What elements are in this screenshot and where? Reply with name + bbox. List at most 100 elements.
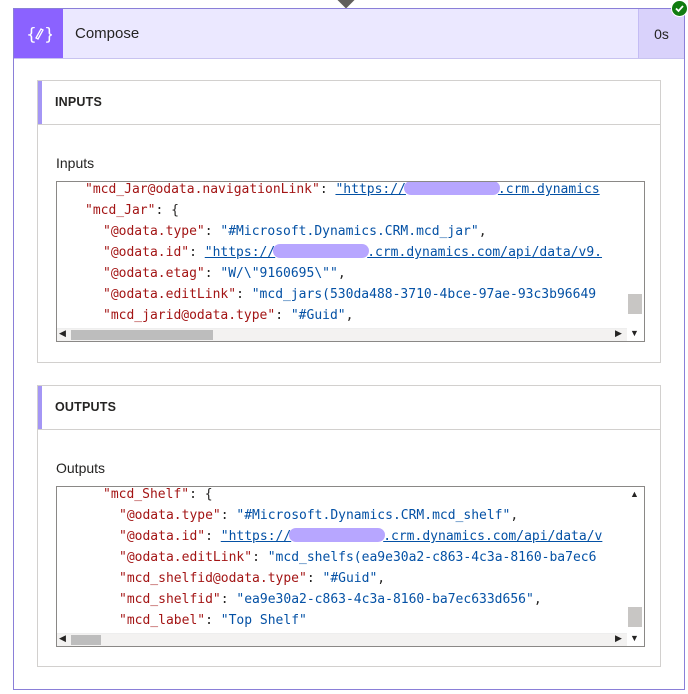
url-link[interactable]: "https:// .crm.dynamics [335,182,600,197]
code-line: "@odata.id": "https:// .crm.dynamics.com/… [103,242,602,263]
scroll-down-arrow-icon[interactable]: ▼ [630,328,639,338]
json-key: "@odata.type" [119,508,221,523]
code-line: "mcd_shelfid@odata.type": "#Guid", [119,568,385,589]
code-line: "@odata.editLink": "mcd_jars(530da488-37… [103,284,596,305]
json-key: "mcd_shelfid" [119,592,221,607]
code-line: "mcd_Jar": { [85,200,179,221]
outputs-horizontal-scrollbar[interactable]: ◀ ▶ [57,633,627,646]
code-line: "@odata.type": "#Microsoft.Dynamics.CRM.… [119,505,518,526]
json-comma: , [345,308,354,323]
code-line: "mcd_Jar@odata.navigationLink": "https:/… [85,182,600,200]
inputs-h-scroll-thumb[interactable] [71,330,213,340]
inputs-vertical-scrollbar[interactable]: ▼ [626,182,644,341]
url-suffix: .crm.dynamics.com/api/data/v [383,529,603,544]
json-key: "@odata.editLink" [103,287,237,302]
json-separator: : [189,487,205,502]
url-prefix: "https:// [220,529,292,544]
action-header[interactable]: { } Compose 0s [14,9,684,59]
outputs-scroll-thumb[interactable] [628,607,642,627]
code-line: "mcd_label": "Top Shelf" [119,610,307,631]
json-string-value: "Top Shelf" [220,613,307,628]
scroll-right-arrow-icon[interactable]: ▶ [615,633,622,644]
check-circle-icon [671,0,688,17]
json-key: "mcd_Jar@odata.navigationLink" [85,182,320,197]
scroll-down-arrow-icon[interactable]: ▼ [630,633,639,643]
json-key: "@odata.id" [119,529,206,544]
json-comma: , [533,592,542,607]
code-line: "@odata.editLink": "mcd_shelfs(ea9e30a2-… [119,547,596,568]
compose-action-card: { } Compose 0s INPUTS Inputs "mcd_jarid"… [13,8,685,690]
inputs-section-title: INPUTS [55,95,103,109]
json-separator: : [319,182,336,197]
inputs-horizontal-scrollbar[interactable]: ◀ ▶ [57,328,627,341]
inputs-code-box[interactable]: "mcd_jarid": "530da488-3710-4bce-97ae-93… [56,181,645,342]
json-string-value: "#Microsoft.Dynamics.CRM.mcd_shelf" [236,508,511,523]
json-string-value: "#Guid" [290,308,346,323]
json-separator: : [220,592,237,607]
json-comma: , [377,571,386,586]
json-key: "@odata.type" [103,224,205,239]
json-separator: : [220,508,237,523]
json-separator: : [306,571,323,586]
json-brace: { [171,203,179,218]
json-key: "@odata.id" [103,245,190,260]
json-string-value: "mcd_jars(530da488-3710-4bce-97ae-93c3b9… [251,287,597,302]
code-line: "mcd_Shelf": { [103,487,213,505]
code-line: "@odata.id": "https:// .crm.dynamics.com/… [119,526,602,547]
json-brace: { [204,487,213,502]
scroll-left-arrow-icon[interactable]: ◀ [59,328,66,339]
json-separator: : [155,203,172,218]
action-title: Compose [75,25,140,42]
svg-text:{: { [26,25,37,45]
url-suffix: .crm.dynamics.com/api/data/v9. [367,245,603,260]
json-string-value: "mcd_shelfs(ea9e30a2-c863-4c3a-8160-ba7e… [267,550,597,565]
outputs-section: OUTPUTS Outputs }"mcd_label": "Top Shelf… [37,385,661,667]
svg-text:}: } [44,25,52,45]
json-key: "@odata.editLink" [119,550,253,565]
url-link[interactable]: "https:// .crm.dynamics.com/api/data/v [220,528,603,544]
scroll-up-arrow-icon[interactable]: ▲ [630,489,639,499]
json-string-value: "W/\"9160695\"" [220,266,338,281]
code-line: "mcd_shelfid": "ea9e30a2-c863-4c3a-8160-… [119,589,542,610]
url-link[interactable]: "https:// .crm.dynamics.com/api/data/v9. [204,244,603,260]
inputs-section-header[interactable]: INPUTS [38,81,660,125]
inputs-field-label: Inputs [56,155,95,171]
json-separator: : [275,308,291,323]
json-separator: : [189,245,205,260]
scroll-right-arrow-icon[interactable]: ▶ [615,328,622,339]
code-line: "@odata.etag": "W/\"9160695\"", [103,263,346,284]
code-line: "@odata.type": "#Microsoft.Dynamics.CRM.… [103,221,487,242]
url-prefix: "https:// [204,245,276,260]
json-key: "mcd_shelfid@odata.type" [119,571,307,586]
json-separator: : [205,529,221,544]
outputs-section-title: OUTPUTS [55,400,117,414]
outputs-h-scroll-thumb[interactable] [71,635,101,645]
json-separator: : [204,266,221,281]
json-separator: : [205,613,221,628]
json-string-value: "#Microsoft.Dynamics.CRM.mcd_jar" [220,224,479,239]
json-separator: : [204,224,221,239]
json-string-value: "ea9e30a2-c863-4c3a-8160-ba7ec633d656" [236,592,534,607]
compose-braces-icon: { } [14,9,63,58]
url-prefix: "https:// [335,182,406,197]
outputs-vertical-scrollbar[interactable]: ▲ ▼ [626,487,644,646]
outputs-field-label: Outputs [56,460,106,476]
scroll-left-arrow-icon[interactable]: ◀ [59,633,66,644]
json-comma: , [337,266,346,281]
json-key: "mcd_jarid@odata.type" [103,308,276,323]
json-comma: , [510,508,519,523]
inputs-scroll-thumb[interactable] [628,294,642,314]
redaction-mark [289,528,386,542]
outputs-code-box[interactable]: }"mcd_label": "Top Shelf""mcd_shelfid": … [56,486,645,647]
json-separator: : [236,287,252,302]
json-key: "mcd_Shelf" [103,487,190,502]
url-suffix: .crm.dynamics [497,182,600,197]
json-separator: : [252,550,268,565]
json-key: "@odata.etag" [103,266,205,281]
inputs-section: INPUTS Inputs "mcd_jarid": "530da488-371… [37,80,661,363]
json-string-value: "#Guid" [322,571,378,586]
redaction-mark [273,244,370,258]
code-line: "mcd_jarid@odata.type": "#Guid", [103,305,353,326]
json-comma: , [478,224,487,239]
outputs-section-header[interactable]: OUTPUTS [38,386,660,430]
